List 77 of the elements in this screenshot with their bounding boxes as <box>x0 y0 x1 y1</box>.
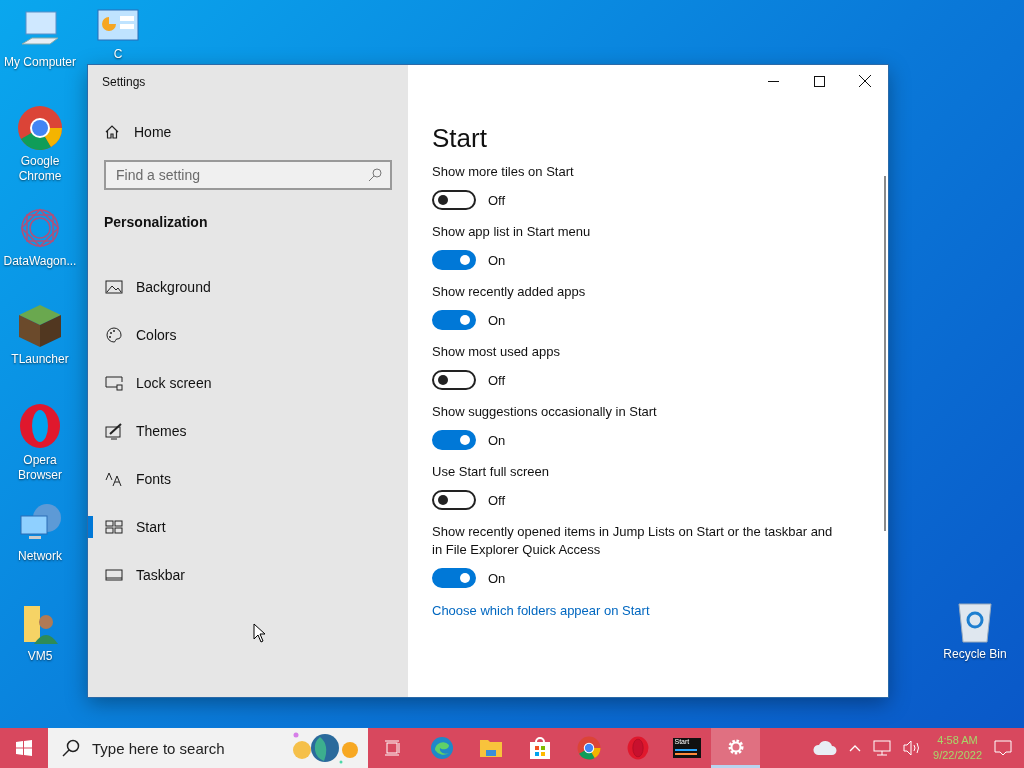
taskbar-search-box[interactable]: Type here to search <box>48 728 368 768</box>
clock-date: 9/22/2022 <box>933 748 982 763</box>
toggle-state: Off <box>488 192 506 208</box>
windows-logo-icon <box>16 740 32 756</box>
themes-icon <box>105 422 123 440</box>
search-icon <box>62 739 80 757</box>
chrome-icon <box>17 105 63 151</box>
store-icon <box>527 736 552 760</box>
nav-item[interactable]: Start <box>88 503 408 551</box>
desktop-icon-label[interactable]: TLauncher <box>11 352 69 367</box>
desktop-icon-label[interactable]: Recycle Bin <box>943 647 1007 662</box>
toggle-switch[interactable] <box>432 310 476 330</box>
clock-time: 4:58 AM <box>937 733 978 748</box>
home-link[interactable]: Home <box>104 124 172 140</box>
edge-icon <box>429 736 454 760</box>
toggle-state: Off <box>488 492 506 508</box>
setting-label: Show most used apps <box>432 343 560 361</box>
nav-item[interactable]: Colors <box>88 311 408 359</box>
search-field[interactable]: Find a setting <box>104 160 392 190</box>
network-icon[interactable] <box>873 740 892 756</box>
folders-link[interactable]: Choose which folders appear on Start <box>432 603 650 618</box>
maximize-icon <box>813 75 825 87</box>
toggle-switch[interactable] <box>432 190 476 210</box>
desktop-icon-label[interactable]: Network <box>18 549 62 564</box>
section-heading: Personalization <box>104 214 209 230</box>
nav-item[interactable]: Background <box>88 263 408 311</box>
toggle-switch[interactable] <box>432 568 476 588</box>
home-icon <box>104 124 120 140</box>
toggle-state: On <box>488 432 506 448</box>
toggle-state: On <box>488 312 506 328</box>
toggle-switch[interactable] <box>432 430 476 450</box>
setting-label: Show recently added apps <box>432 283 586 301</box>
cloud-icon[interactable] <box>813 741 838 755</box>
opera-icon <box>625 735 650 761</box>
desktop-icon-label[interactable]: Opera Browser <box>0 453 80 483</box>
nav-item[interactable]: Lock screen <box>88 359 408 407</box>
chrome-icon <box>576 736 601 760</box>
nav-item[interactable]: Taskbar <box>88 551 408 599</box>
notification-icon[interactable] <box>994 740 1012 756</box>
fonts-icon <box>105 470 123 488</box>
grass-block-icon <box>17 303 63 349</box>
start-icon <box>105 518 123 536</box>
setting-label: Show recently opened items in Jump Lists on Start or the taskbar and in File Explorer Quick Access <box>432 523 834 559</box>
scrollbar[interactable] <box>884 176 886 531</box>
mouse-pointer-icon <box>253 623 266 643</box>
taskbar-search-field[interactable]: Type here to search <box>90 738 280 758</box>
chevron-up-icon[interactable] <box>849 744 862 752</box>
control-panel-icon <box>96 8 140 44</box>
desktop-icon-label[interactable]: VM5 <box>27 649 53 664</box>
close-icon <box>859 75 871 87</box>
window-title: Settings <box>101 74 147 91</box>
background-icon <box>105 278 123 296</box>
recycle-bin-icon <box>955 600 995 644</box>
toggle-state: On <box>488 570 506 586</box>
setting-label: Show app list in Start menu <box>432 223 591 241</box>
opera-icon <box>17 402 63 450</box>
toggle-state: On <box>488 252 506 268</box>
folder-icon <box>478 738 503 758</box>
toggle-switch[interactable] <box>432 250 476 270</box>
nav-item[interactable]: Themes <box>88 407 408 455</box>
toggle-switch[interactable] <box>432 490 476 510</box>
setting-label: Show suggestions occasionally in Start <box>432 403 657 421</box>
toggle-state: Off <box>488 372 506 388</box>
planets-drawing <box>290 731 360 765</box>
setting-label: Show more tiles on Start <box>432 163 574 181</box>
desktop-icon-label[interactable]: DataWagon... <box>3 254 77 269</box>
search-icon <box>368 168 382 182</box>
task-view-icon <box>383 739 402 757</box>
taskbar-icon <box>105 566 123 584</box>
setting-label: Use Start full screen <box>432 463 550 481</box>
lock-icon <box>105 374 123 392</box>
taskbar-app[interactable] <box>711 728 760 768</box>
toggle-switch[interactable] <box>432 370 476 390</box>
colors-icon <box>105 326 123 344</box>
page-title: Start <box>432 122 488 154</box>
volume-icon[interactable] <box>903 740 922 756</box>
nav-item[interactable]: Fonts <box>88 455 408 503</box>
